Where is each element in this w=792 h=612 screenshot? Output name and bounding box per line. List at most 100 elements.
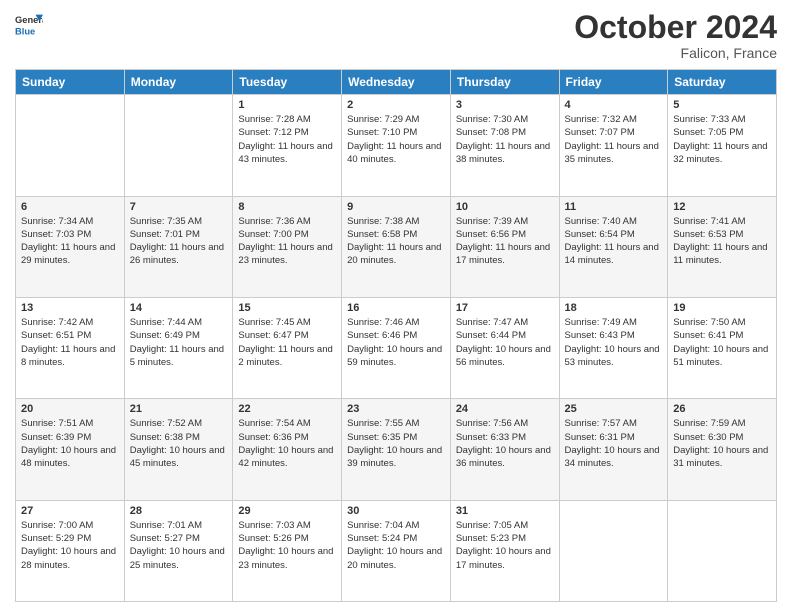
table-row: 20 Sunrise: 7:51 AMSunset: 6:39 PMDaylig… [16, 399, 125, 500]
col-wednesday: Wednesday [342, 70, 451, 95]
day-number: 10 [456, 201, 554, 213]
table-row: 17 Sunrise: 7:47 AMSunset: 6:44 PMDaylig… [450, 297, 559, 398]
table-row: 19 Sunrise: 7:50 AMSunset: 6:41 PMDaylig… [668, 297, 777, 398]
table-row [16, 95, 125, 196]
table-row [559, 500, 668, 601]
day-info: Sunrise: 7:38 AMSunset: 6:58 PMDaylight:… [347, 215, 445, 268]
day-number: 28 [130, 505, 228, 517]
day-info: Sunrise: 7:34 AMSunset: 7:03 PMDaylight:… [21, 215, 119, 268]
day-info: Sunrise: 7:42 AMSunset: 6:51 PMDaylight:… [21, 316, 119, 369]
location: Falicon, France [574, 45, 777, 61]
day-number: 21 [130, 403, 228, 415]
table-row: 7 Sunrise: 7:35 AMSunset: 7:01 PMDayligh… [124, 196, 233, 297]
day-number: 26 [673, 403, 771, 415]
day-info: Sunrise: 7:44 AMSunset: 6:49 PMDaylight:… [130, 316, 228, 369]
table-row: 26 Sunrise: 7:59 AMSunset: 6:30 PMDaylig… [668, 399, 777, 500]
day-number: 5 [673, 99, 771, 111]
header-row: Sunday Monday Tuesday Wednesday Thursday… [16, 70, 777, 95]
table-row: 25 Sunrise: 7:57 AMSunset: 6:31 PMDaylig… [559, 399, 668, 500]
day-number: 16 [347, 302, 445, 314]
day-info: Sunrise: 7:45 AMSunset: 6:47 PMDaylight:… [238, 316, 336, 369]
logo-icon: General Blue [15, 10, 43, 38]
table-row: 16 Sunrise: 7:46 AMSunset: 6:46 PMDaylig… [342, 297, 451, 398]
day-number: 6 [21, 201, 119, 213]
table-row: 9 Sunrise: 7:38 AMSunset: 6:58 PMDayligh… [342, 196, 451, 297]
table-row: 4 Sunrise: 7:32 AMSunset: 7:07 PMDayligh… [559, 95, 668, 196]
day-info: Sunrise: 7:52 AMSunset: 6:38 PMDaylight:… [130, 417, 228, 470]
table-row: 8 Sunrise: 7:36 AMSunset: 7:00 PMDayligh… [233, 196, 342, 297]
day-info: Sunrise: 7:03 AMSunset: 5:26 PMDaylight:… [238, 519, 336, 572]
day-number: 9 [347, 201, 445, 213]
day-number: 24 [456, 403, 554, 415]
table-row: 3 Sunrise: 7:30 AMSunset: 7:08 PMDayligh… [450, 95, 559, 196]
table-row [668, 500, 777, 601]
table-row: 23 Sunrise: 7:55 AMSunset: 6:35 PMDaylig… [342, 399, 451, 500]
logo: General Blue [15, 10, 43, 38]
day-number: 17 [456, 302, 554, 314]
col-saturday: Saturday [668, 70, 777, 95]
week-row-2: 13 Sunrise: 7:42 AMSunset: 6:51 PMDaylig… [16, 297, 777, 398]
table-row: 15 Sunrise: 7:45 AMSunset: 6:47 PMDaylig… [233, 297, 342, 398]
table-row: 11 Sunrise: 7:40 AMSunset: 6:54 PMDaylig… [559, 196, 668, 297]
day-number: 30 [347, 505, 445, 517]
day-number: 29 [238, 505, 336, 517]
table-row: 30 Sunrise: 7:04 AMSunset: 5:24 PMDaylig… [342, 500, 451, 601]
day-number: 25 [565, 403, 663, 415]
table-row: 13 Sunrise: 7:42 AMSunset: 6:51 PMDaylig… [16, 297, 125, 398]
day-number: 1 [238, 99, 336, 111]
day-info: Sunrise: 7:28 AMSunset: 7:12 PMDaylight:… [238, 113, 336, 166]
week-row-0: 1 Sunrise: 7:28 AMSunset: 7:12 PMDayligh… [16, 95, 777, 196]
col-thursday: Thursday [450, 70, 559, 95]
day-info: Sunrise: 7:33 AMSunset: 7:05 PMDaylight:… [673, 113, 771, 166]
day-number: 2 [347, 99, 445, 111]
day-info: Sunrise: 7:04 AMSunset: 5:24 PMDaylight:… [347, 519, 445, 572]
day-number: 22 [238, 403, 336, 415]
day-info: Sunrise: 7:29 AMSunset: 7:10 PMDaylight:… [347, 113, 445, 166]
table-row: 24 Sunrise: 7:56 AMSunset: 6:33 PMDaylig… [450, 399, 559, 500]
table-row: 22 Sunrise: 7:54 AMSunset: 6:36 PMDaylig… [233, 399, 342, 500]
day-number: 18 [565, 302, 663, 314]
table-row: 6 Sunrise: 7:34 AMSunset: 7:03 PMDayligh… [16, 196, 125, 297]
calendar-table: Sunday Monday Tuesday Wednesday Thursday… [15, 69, 777, 602]
day-number: 12 [673, 201, 771, 213]
table-row: 31 Sunrise: 7:05 AMSunset: 5:23 PMDaylig… [450, 500, 559, 601]
day-info: Sunrise: 7:49 AMSunset: 6:43 PMDaylight:… [565, 316, 663, 369]
day-number: 15 [238, 302, 336, 314]
day-info: Sunrise: 7:30 AMSunset: 7:08 PMDaylight:… [456, 113, 554, 166]
table-row: 29 Sunrise: 7:03 AMSunset: 5:26 PMDaylig… [233, 500, 342, 601]
table-row: 14 Sunrise: 7:44 AMSunset: 6:49 PMDaylig… [124, 297, 233, 398]
table-row: 10 Sunrise: 7:39 AMSunset: 6:56 PMDaylig… [450, 196, 559, 297]
week-row-1: 6 Sunrise: 7:34 AMSunset: 7:03 PMDayligh… [16, 196, 777, 297]
col-friday: Friday [559, 70, 668, 95]
day-number: 23 [347, 403, 445, 415]
day-number: 4 [565, 99, 663, 111]
day-info: Sunrise: 7:40 AMSunset: 6:54 PMDaylight:… [565, 215, 663, 268]
table-row: 28 Sunrise: 7:01 AMSunset: 5:27 PMDaylig… [124, 500, 233, 601]
day-info: Sunrise: 7:32 AMSunset: 7:07 PMDaylight:… [565, 113, 663, 166]
table-row: 1 Sunrise: 7:28 AMSunset: 7:12 PMDayligh… [233, 95, 342, 196]
col-monday: Monday [124, 70, 233, 95]
day-number: 14 [130, 302, 228, 314]
day-number: 11 [565, 201, 663, 213]
svg-text:Blue: Blue [15, 26, 35, 36]
table-row [124, 95, 233, 196]
day-info: Sunrise: 7:56 AMSunset: 6:33 PMDaylight:… [456, 417, 554, 470]
week-row-4: 27 Sunrise: 7:00 AMSunset: 5:29 PMDaylig… [16, 500, 777, 601]
day-info: Sunrise: 7:59 AMSunset: 6:30 PMDaylight:… [673, 417, 771, 470]
day-info: Sunrise: 7:50 AMSunset: 6:41 PMDaylight:… [673, 316, 771, 369]
day-info: Sunrise: 7:39 AMSunset: 6:56 PMDaylight:… [456, 215, 554, 268]
day-info: Sunrise: 7:41 AMSunset: 6:53 PMDaylight:… [673, 215, 771, 268]
table-row: 27 Sunrise: 7:00 AMSunset: 5:29 PMDaylig… [16, 500, 125, 601]
day-info: Sunrise: 7:51 AMSunset: 6:39 PMDaylight:… [21, 417, 119, 470]
day-number: 7 [130, 201, 228, 213]
day-info: Sunrise: 7:46 AMSunset: 6:46 PMDaylight:… [347, 316, 445, 369]
col-sunday: Sunday [16, 70, 125, 95]
day-number: 31 [456, 505, 554, 517]
day-number: 27 [21, 505, 119, 517]
day-info: Sunrise: 7:57 AMSunset: 6:31 PMDaylight:… [565, 417, 663, 470]
day-number: 8 [238, 201, 336, 213]
day-info: Sunrise: 7:47 AMSunset: 6:44 PMDaylight:… [456, 316, 554, 369]
month-title: October 2024 [574, 10, 777, 45]
day-info: Sunrise: 7:36 AMSunset: 7:00 PMDaylight:… [238, 215, 336, 268]
table-row: 21 Sunrise: 7:52 AMSunset: 6:38 PMDaylig… [124, 399, 233, 500]
